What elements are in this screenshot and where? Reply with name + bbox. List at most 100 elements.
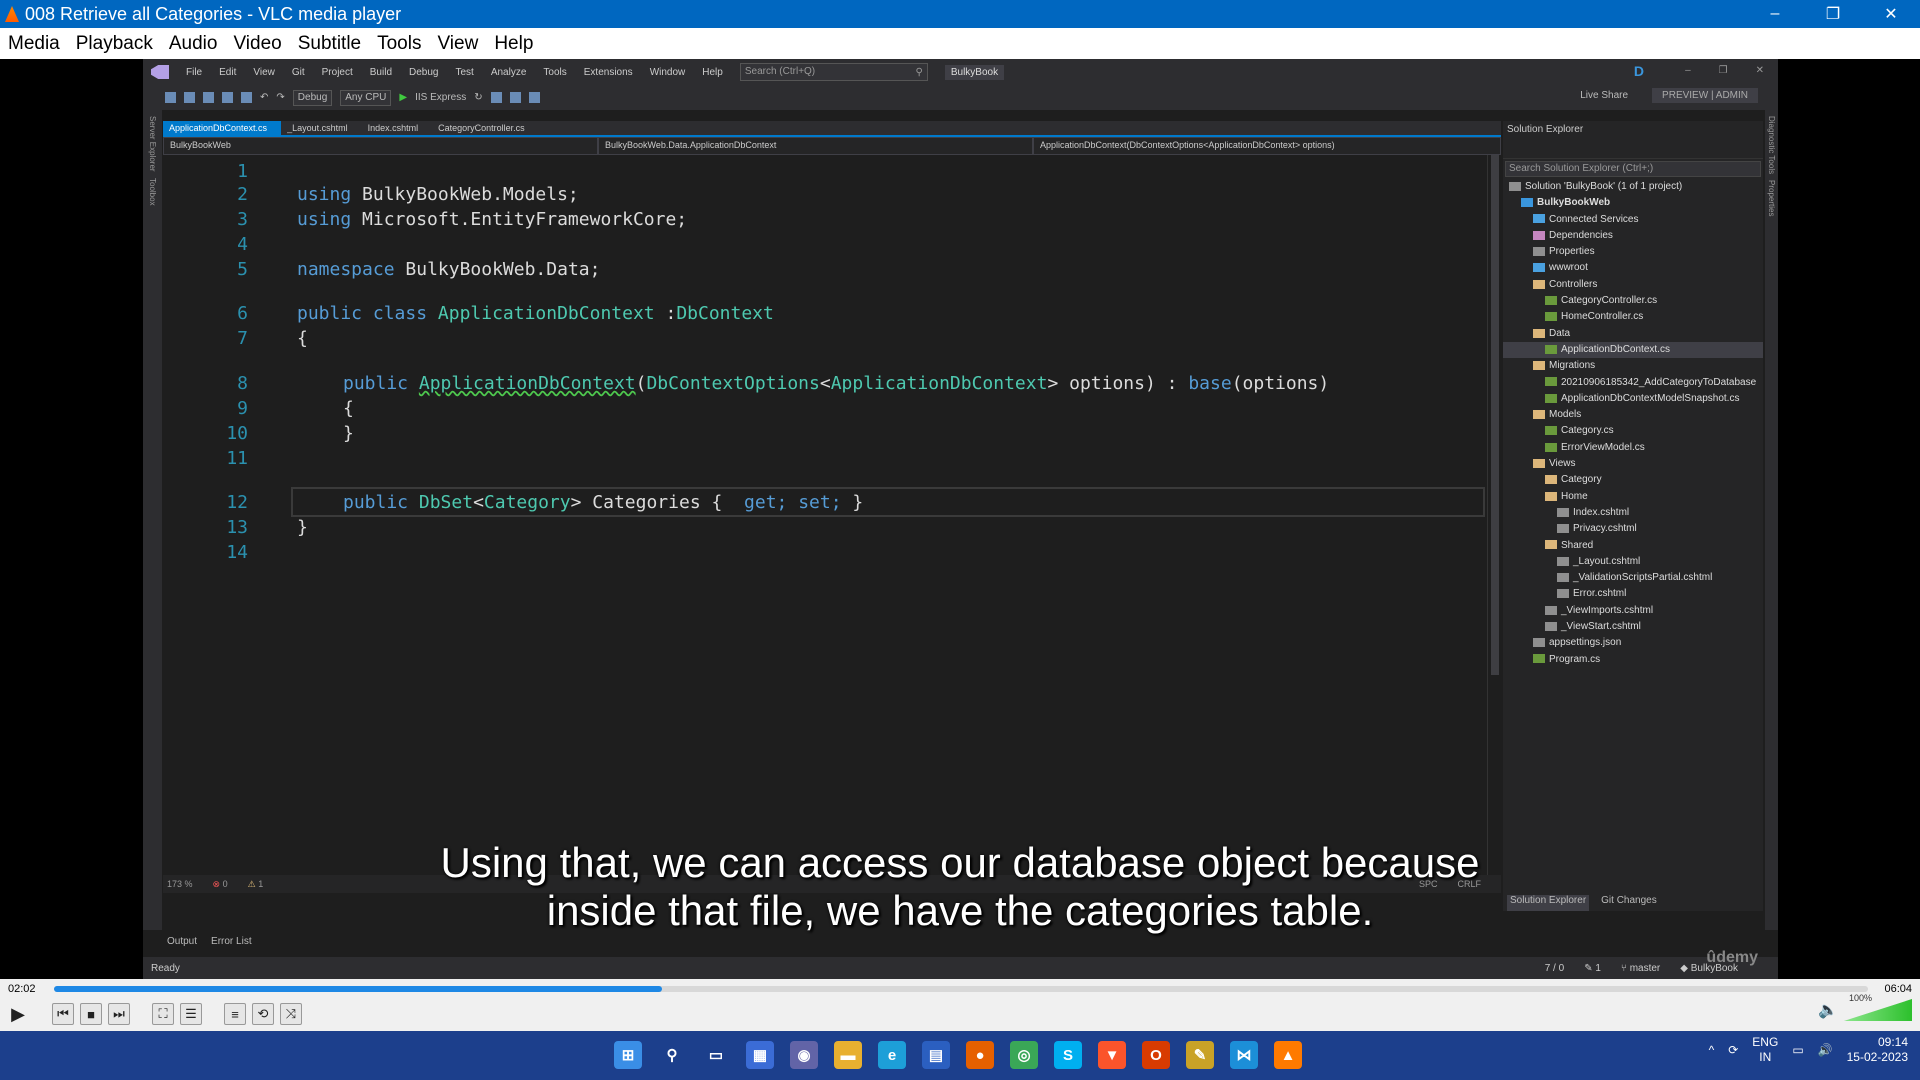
git-branch: master (1629, 962, 1661, 974)
vlc-taskbar-icon[interactable]: ▲ (1274, 1041, 1302, 1069)
tree-item-label: Connected Services (1549, 213, 1639, 225)
page-icon (1533, 638, 1545, 648)
tree-item-label: _ViewStart.cshtml (1561, 621, 1641, 633)
file-explorer-icon[interactable]: ▬ (834, 1041, 862, 1069)
code-line-13: 13 } (226, 517, 308, 538)
code-line-5: 5 namespace BulkyBookWeb.Data; (237, 259, 601, 280)
toolbox-tab: Toolbox (148, 177, 157, 206)
menu-media[interactable]: Media (0, 33, 68, 55)
display-icon[interactable]: ▭ (1792, 1043, 1803, 1057)
video-area[interactable]: File Edit View Git Project Build Debug T… (0, 59, 1920, 979)
cs-icon (1545, 442, 1557, 452)
preview-admin-badge: PREVIEW | ADMIN (1652, 88, 1758, 103)
edge-icon[interactable]: e (878, 1041, 906, 1069)
visual-studio-logo-icon (151, 65, 169, 79)
search-icon[interactable]: ⚲ (658, 1041, 686, 1069)
volume-percent: 100% (1848, 993, 1872, 1003)
restore-button[interactable]: ❐ (1804, 4, 1862, 24)
tree-item: ApplicationDbContext.cs (1503, 341, 1763, 359)
vs-taskbar-icon[interactable]: ⋈ (1230, 1041, 1258, 1069)
task-view-icon[interactable]: ▭ (702, 1041, 730, 1069)
network-sync-icon[interactable]: ⟳ (1728, 1043, 1738, 1057)
web-icon (1533, 214, 1545, 224)
paint-icon[interactable]: ✎ (1186, 1041, 1214, 1069)
menu-view[interactable]: View (429, 33, 486, 55)
tree-item: CategoryController.cs (1503, 293, 1763, 309)
tree-item: Connected Services (1503, 212, 1763, 228)
firefox-icon[interactable]: ● (966, 1041, 994, 1069)
tree-item-label: BulkyBookWeb (1537, 197, 1611, 209)
tree-item: Category (1503, 472, 1763, 488)
code-line-2: 2 using BulkyBookWeb.Models; (237, 184, 579, 205)
diagnostic-tools-tab: Diagnostic Tools (1767, 116, 1776, 175)
tree-item: Models (1503, 407, 1763, 423)
language-indicator[interactable]: ENG IN (1752, 1035, 1778, 1065)
live-share-label: Live Share (1580, 90, 1629, 101)
cs-icon (1545, 377, 1557, 387)
vs-search-icon: ⚲ (915, 67, 923, 78)
clock[interactable]: 09:14 15-02-2023 (1847, 1035, 1908, 1065)
close-button[interactable]: ✕ (1862, 4, 1920, 24)
tree-item: Solution 'BulkyBook' (1 of 1 project) (1503, 179, 1763, 195)
vs-menu-analyze: Analyze (490, 66, 527, 78)
fullscreen-button[interactable]: ⛶ (152, 1003, 174, 1025)
tab-layout: _Layout.cshtml (287, 123, 348, 133)
tree-item: Home (1503, 489, 1763, 505)
cs-icon (1545, 393, 1557, 403)
loop-button[interactable]: ⟲ (252, 1003, 274, 1025)
volume-tray-icon[interactable]: 🔊 (1818, 1043, 1833, 1057)
code-line-14: 14 (226, 542, 248, 563)
stop-button[interactable]: ■ (80, 1003, 102, 1025)
branch-icon: ⑂ (1620, 962, 1627, 974)
platform-combo: Any CPU (340, 89, 392, 106)
repo-icon: ◆ (1680, 962, 1688, 974)
playlist-button[interactable]: ≡ (224, 1003, 246, 1025)
teams-chat-icon[interactable]: ◉ (790, 1041, 818, 1069)
tree-item-label: Dependencies (1549, 229, 1613, 241)
properties-tab: Properties (1767, 180, 1776, 217)
menu-tools[interactable]: Tools (369, 33, 429, 55)
seek-bar[interactable] (54, 986, 1868, 992)
widgets-icon[interactable]: ▦ (746, 1041, 774, 1069)
menu-subtitle[interactable]: Subtitle (290, 33, 369, 55)
tree-item-label: CategoryController.cs (1561, 295, 1658, 307)
vs-menu-extensions: Extensions (583, 66, 633, 78)
minimize-button[interactable]: – (1746, 5, 1804, 23)
tree-item-label: Controllers (1549, 278, 1598, 290)
chrome-icon[interactable]: ◎ (1010, 1041, 1038, 1069)
vs-left-tool-strip: Server Explorer Toolbox (143, 110, 162, 930)
tray-chevron-icon[interactable]: ^ (1709, 1043, 1715, 1057)
store-icon[interactable]: ▤ (922, 1041, 950, 1069)
tree-item: ApplicationDbContextModelSnapshot.cs (1503, 391, 1763, 407)
play-button[interactable]: ▶ (6, 1003, 30, 1025)
solution-explorer-search: Search Solution Explorer (Ctrl+;) (1505, 161, 1761, 177)
output-tab: Output (167, 936, 198, 947)
tree-item-label: Solution 'BulkyBook' (1 of 1 project) (1525, 181, 1683, 192)
office-icon[interactable]: O (1142, 1041, 1170, 1069)
tree-item: _ViewImports.cshtml (1503, 603, 1763, 619)
extended-settings-button[interactable]: ☰ (180, 1003, 202, 1025)
tree-item: Migrations (1503, 358, 1763, 374)
start-icon[interactable]: ⊞ (614, 1041, 642, 1069)
code-line-7: 7 { (237, 328, 308, 349)
previous-button[interactable]: ⏮ (52, 1003, 74, 1025)
code-line-1: 1 (237, 161, 248, 182)
shuffle-button[interactable]: ⤨ (280, 1003, 302, 1025)
vs-right-tool-strip: Diagnostic Tools Properties (1765, 110, 1778, 930)
speaker-icon[interactable]: 🔈 (1818, 1000, 1838, 1020)
vs-menu-debug: Debug (409, 66, 439, 78)
page-icon (1545, 605, 1557, 615)
editor-vertical-scrollbar (1487, 155, 1501, 875)
folder-icon (1533, 361, 1545, 371)
tree-item-label: _Layout.cshtml (1573, 555, 1641, 567)
menu-playback[interactable]: Playback (68, 33, 161, 55)
menu-help[interactable]: Help (486, 33, 541, 55)
skype-icon[interactable]: S (1054, 1041, 1082, 1069)
tree-item-label: _ValidationScriptsPartial.cshtml (1573, 572, 1713, 584)
brave-icon[interactable]: ▼ (1098, 1041, 1126, 1069)
menu-video[interactable]: Video (225, 33, 289, 55)
next-button[interactable]: ⏭ (108, 1003, 130, 1025)
menu-audio[interactable]: Audio (161, 33, 226, 55)
tree-item: Privacy.cshtml (1503, 521, 1763, 537)
system-tray: ^ ⟳ ENG IN ▭ 🔊 09:14 15-02-2023 (1709, 1035, 1908, 1065)
